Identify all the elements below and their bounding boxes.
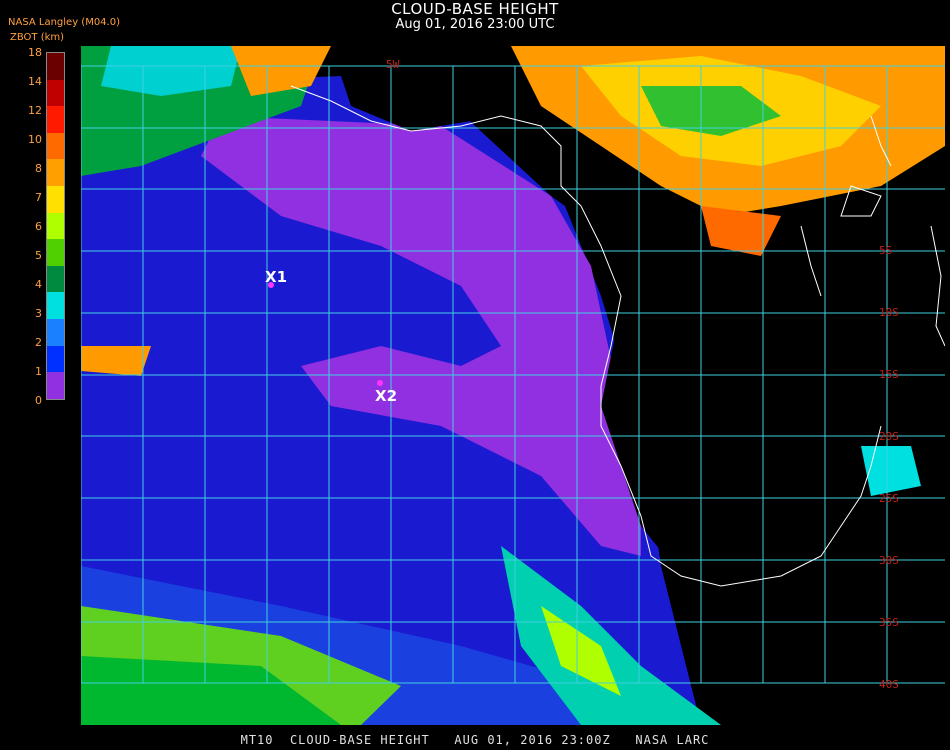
legend-swatch (47, 239, 64, 266)
legend-tick-label: 1 (35, 365, 42, 378)
latitude-label: 40S (879, 678, 899, 691)
latitude-label: 35S (879, 616, 899, 629)
legend-tick-label: 14 (28, 75, 42, 88)
unit-label: ZBOT (km) (10, 32, 65, 43)
legend-swatch (47, 53, 64, 80)
latitude-label: 25S (879, 492, 899, 505)
legend-swatch (47, 372, 64, 399)
legend-swatch (47, 265, 64, 293)
legend-tick-label: 7 (35, 191, 42, 204)
legend-swatch (47, 132, 64, 160)
legend-tick-label: 5 (35, 249, 42, 262)
legend-swatch (47, 292, 64, 320)
legend-swatch (47, 159, 64, 187)
legend-tick-label: 0 (35, 394, 42, 407)
legend-tick-label: 18 (28, 46, 42, 59)
latitude-label: 30S (879, 554, 899, 567)
map-datetime: Aug 01, 2016 23:00 UTC (395, 17, 555, 32)
latitude-label: 20S (879, 430, 899, 443)
footer-caption: MT10 CLOUD-BASE HEIGHT AUG 01, 2016 23:0… (0, 730, 950, 750)
point-x2-marker (377, 380, 383, 386)
point-x2-label: X2 (375, 387, 398, 405)
legend-tick-label: 12 (28, 104, 42, 117)
legend-swatch (47, 319, 64, 346)
legend-swatch (47, 212, 64, 240)
legend-swatch (47, 79, 64, 107)
legend-swatch (47, 345, 64, 373)
map-area: 5S 10S 15S 20S 25S 30S 35S 40S 5W X1 X2 (81, 46, 945, 725)
color-legend (46, 52, 65, 400)
map-canvas (81, 46, 945, 725)
latitude-label: 10S (879, 306, 899, 319)
legend-tick-label: 6 (35, 220, 42, 233)
organization-label: NASA Langley (M04.0) (8, 17, 120, 28)
legend-swatch (47, 106, 64, 133)
legend-tick-label: 3 (35, 307, 42, 320)
map-title: CLOUD-BASE HEIGHT (391, 0, 559, 18)
legend-tick-label: 2 (35, 336, 42, 349)
top-lon-label: 5W (386, 58, 400, 71)
legend-tick-label: 4 (35, 278, 42, 291)
latitude-label: 15S (879, 368, 899, 381)
legend-tick-label: 8 (35, 162, 42, 175)
legend-swatch (47, 186, 64, 213)
latitude-label: 5S (879, 244, 893, 257)
point-x1-label: X1 (265, 268, 288, 286)
legend-tick-label: 10 (28, 133, 42, 146)
